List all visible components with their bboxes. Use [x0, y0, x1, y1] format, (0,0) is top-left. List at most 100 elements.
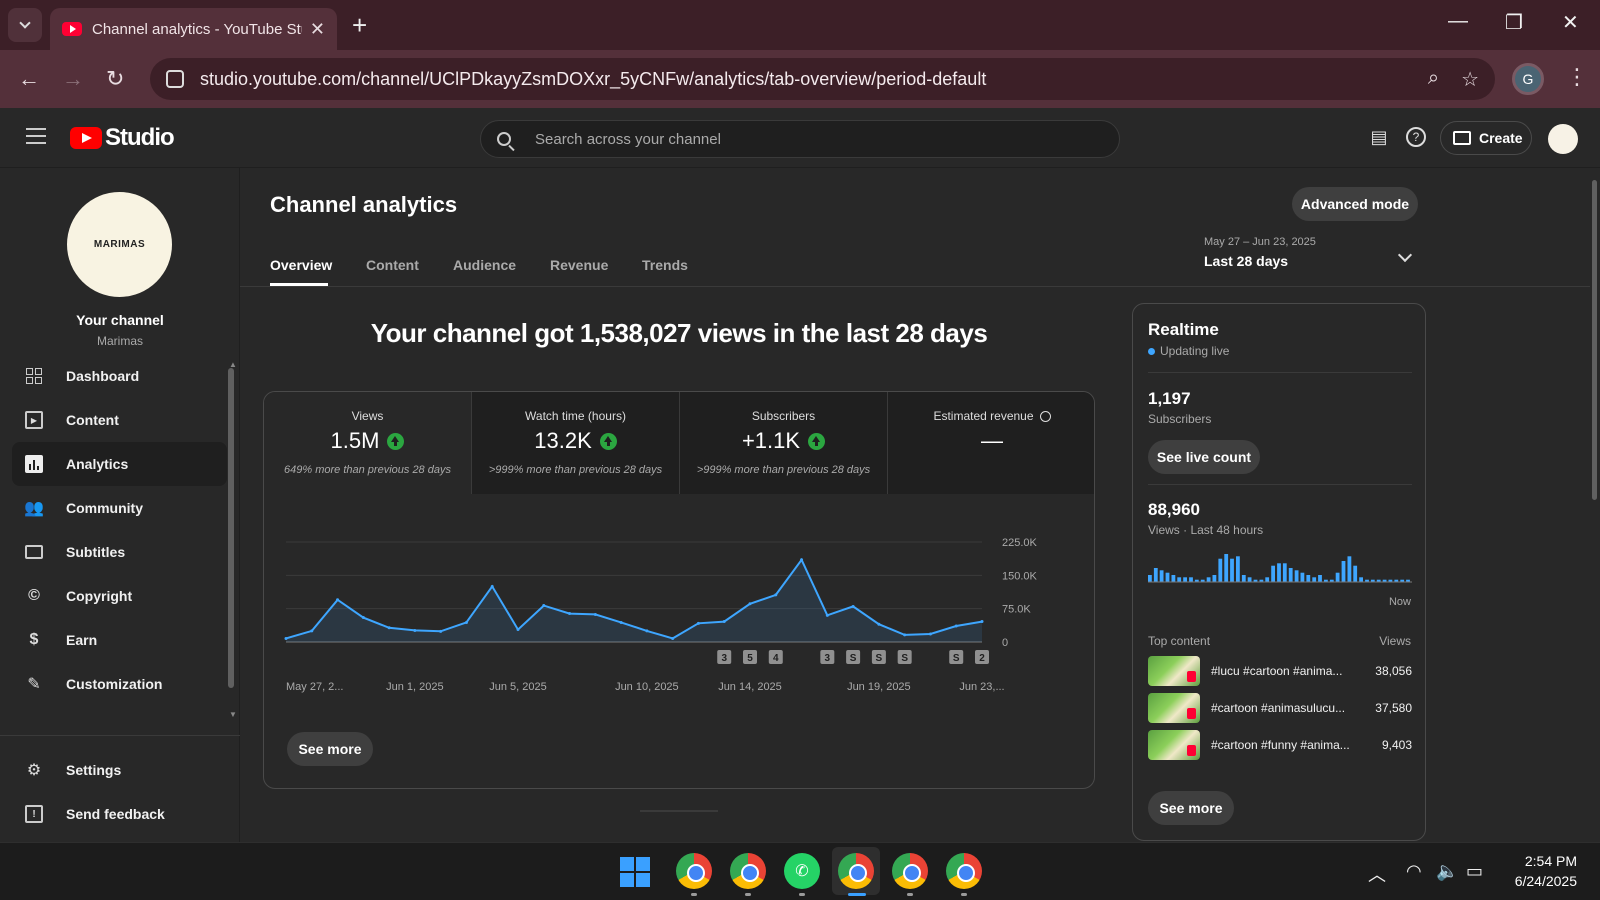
chevron-down-icon [19, 17, 31, 29]
close-window-button[interactable]: ✕ [1562, 10, 1579, 35]
sidebar-item-subtitles[interactable]: Subtitles [12, 530, 227, 574]
windows-start-icon[interactable] [620, 857, 650, 887]
metric-subscribers[interactable]: Subscribers +1.1K >999% more than previo… [680, 392, 888, 494]
app-running-indicator [961, 893, 967, 896]
copyright-icon: © [28, 587, 40, 604]
restore-button[interactable]: ❐ [1505, 10, 1523, 35]
period-selector[interactable]: Last 28 days [1204, 253, 1288, 269]
sidebar-item-customization[interactable]: ✎ Customization [12, 662, 227, 706]
advanced-mode-button[interactable]: Advanced mode [1292, 187, 1418, 221]
see-live-count-button[interactable]: See live count [1148, 440, 1260, 474]
top-content-row[interactable]: #cartoon #animasulucu... 37,580 [1148, 693, 1412, 723]
chart-point [516, 628, 520, 632]
back-button[interactable]: ← [18, 66, 40, 92]
sidebar-item-earn[interactable]: $ Earn [12, 618, 227, 662]
address-bar[interactable]: studio.youtube.com/channel/UClPDkayyZsmD… [150, 58, 1495, 100]
tab-close-icon[interactable]: ✕ [310, 19, 325, 40]
sidebar-item-analytics[interactable]: Analytics [12, 442, 227, 486]
hamburger-menu-icon[interactable] [26, 128, 46, 144]
top-content-views-header: Views [1379, 634, 1411, 648]
metric-watch-time[interactable]: Watch time (hours) 13.2K >999% more than… [472, 392, 680, 494]
site-info-icon[interactable] [166, 70, 184, 88]
chart-point [928, 632, 932, 636]
top-content-row[interactable]: #lucu #cartoon #anima... 38,056 [1148, 656, 1412, 686]
sidebar-item-copyright[interactable]: © Copyright [12, 574, 227, 618]
top-content-row[interactable]: #cartoon #funny #anima... 9,403 [1148, 730, 1412, 760]
tab-audience[interactable]: Audience [453, 257, 516, 273]
account-avatar[interactable] [1548, 124, 1578, 154]
realtime-bar [1159, 570, 1164, 582]
chrome-app-icon[interactable] [676, 853, 712, 889]
forward-button[interactable]: → [62, 66, 84, 92]
tab-trends[interactable]: Trends [642, 257, 688, 273]
subtitles-icon [24, 542, 44, 562]
metric-value-text: 1.5M [330, 428, 380, 453]
taskbar-date[interactable]: 6/24/2025 [1505, 873, 1577, 889]
zoom-icon[interactable]: ⌕ [1428, 67, 1439, 92]
realtime-bar [1212, 575, 1217, 582]
realtime-bar [1271, 565, 1275, 582]
messages-icon[interactable]: ▤ [1368, 126, 1390, 148]
sidebar-divider [0, 735, 240, 736]
volume-icon[interactable]: 🔈 [1436, 861, 1458, 882]
new-tab-button[interactable]: + [352, 10, 367, 41]
bookmark-star-icon[interactable]: ☆ [1461, 67, 1479, 92]
tab-search-button[interactable] [8, 8, 42, 42]
see-more-button[interactable]: See more [1148, 791, 1234, 825]
chevron-down-icon[interactable] [1397, 247, 1413, 263]
date-range-text[interactable]: May 27 – Jun 23, 2025 [1204, 236, 1316, 248]
channel-search-input[interactable]: Search across your channel [480, 120, 1120, 158]
realtime-bar [1236, 556, 1240, 582]
sidebar-scrollbar[interactable] [228, 368, 234, 688]
chart-point [877, 622, 881, 626]
trend-up-icon [808, 432, 826, 450]
wifi-icon[interactable]: ◠ [1406, 861, 1422, 882]
metric-views[interactable]: Views 1.5M 649% more than previous 28 da… [264, 392, 472, 494]
browser-menu-icon[interactable]: ⋮ [1566, 64, 1588, 90]
url-text[interactable]: studio.youtube.com/channel/UClPDkayyZsmD… [200, 69, 986, 90]
battery-icon[interactable]: ▭ [1466, 861, 1483, 882]
create-button[interactable]: Create [1440, 121, 1532, 155]
whatsapp-app-icon[interactable]: ✆ [784, 853, 820, 889]
metric-value: — [888, 428, 1094, 454]
realtime-subscriber-count: 1,197 [1148, 389, 1191, 408]
sidebar-item-label: Subtitles [66, 544, 126, 560]
minimize-button[interactable]: — [1448, 10, 1468, 33]
tab-overview[interactable]: Overview [270, 257, 332, 273]
taskbar-time[interactable]: 2:54 PM [1505, 853, 1577, 869]
chrome-app-icon[interactable] [946, 853, 982, 889]
chart-point [336, 598, 340, 602]
studio-logo[interactable]: Studio [70, 124, 175, 152]
see-more-button[interactable]: See more [287, 732, 373, 766]
settings-icon: ⚙ [26, 762, 42, 779]
scroll-down-arrow[interactable]: ▼ [229, 710, 237, 719]
realtime-bar [1282, 563, 1287, 582]
chrome-app-icon[interactable] [838, 853, 874, 889]
sidebar-item-send-feedback[interactable]: ! Send feedback [12, 792, 227, 836]
page-scrollbar[interactable] [1592, 180, 1597, 500]
realtime-bar [1224, 554, 1229, 582]
realtime-bar [1218, 558, 1223, 582]
chart-point [954, 624, 958, 628]
sidebar-item-dashboard[interactable]: Dashboard [12, 354, 227, 398]
views-chart[interactable]: 0 75.0K 150.0K 225.0K 3 5 4 3 S S S S 2 May 27, 2... J… [264, 512, 1095, 712]
sidebar-item-settings[interactable]: ⚙ Settings [12, 748, 227, 792]
help-icon[interactable]: ? [1406, 127, 1426, 147]
sidebar-item-community[interactable]: 👥 Community [12, 486, 227, 530]
chrome-app-icon[interactable] [730, 853, 766, 889]
chrome-app-icon[interactable] [892, 853, 928, 889]
video-thumbnail [1148, 730, 1200, 760]
tab-revenue[interactable]: Revenue [550, 257, 608, 273]
realtime-views-bars[interactable] [1148, 544, 1412, 588]
browser-tab[interactable]: Channel analytics - YouTube Studio ✕ [50, 8, 337, 50]
channel-avatar[interactable]: MARIMAS [67, 192, 172, 297]
reload-button[interactable]: ↻ [106, 66, 124, 92]
browser-tab-bar: Channel analytics - YouTube Studio ✕ + —… [0, 0, 1600, 50]
tray-chevron-icon[interactable]: ︿ [1368, 861, 1386, 887]
views-headline: Your channel got 1,538,027 views in the … [370, 318, 988, 348]
chart-point [748, 602, 752, 606]
tab-content[interactable]: Content [366, 257, 419, 273]
metric-estimated-revenue[interactable]: Estimated revenue — [888, 392, 1094, 494]
browser-profile-avatar[interactable]: G [1512, 63, 1544, 95]
sidebar-item-content[interactable]: ▶ Content [12, 398, 227, 442]
